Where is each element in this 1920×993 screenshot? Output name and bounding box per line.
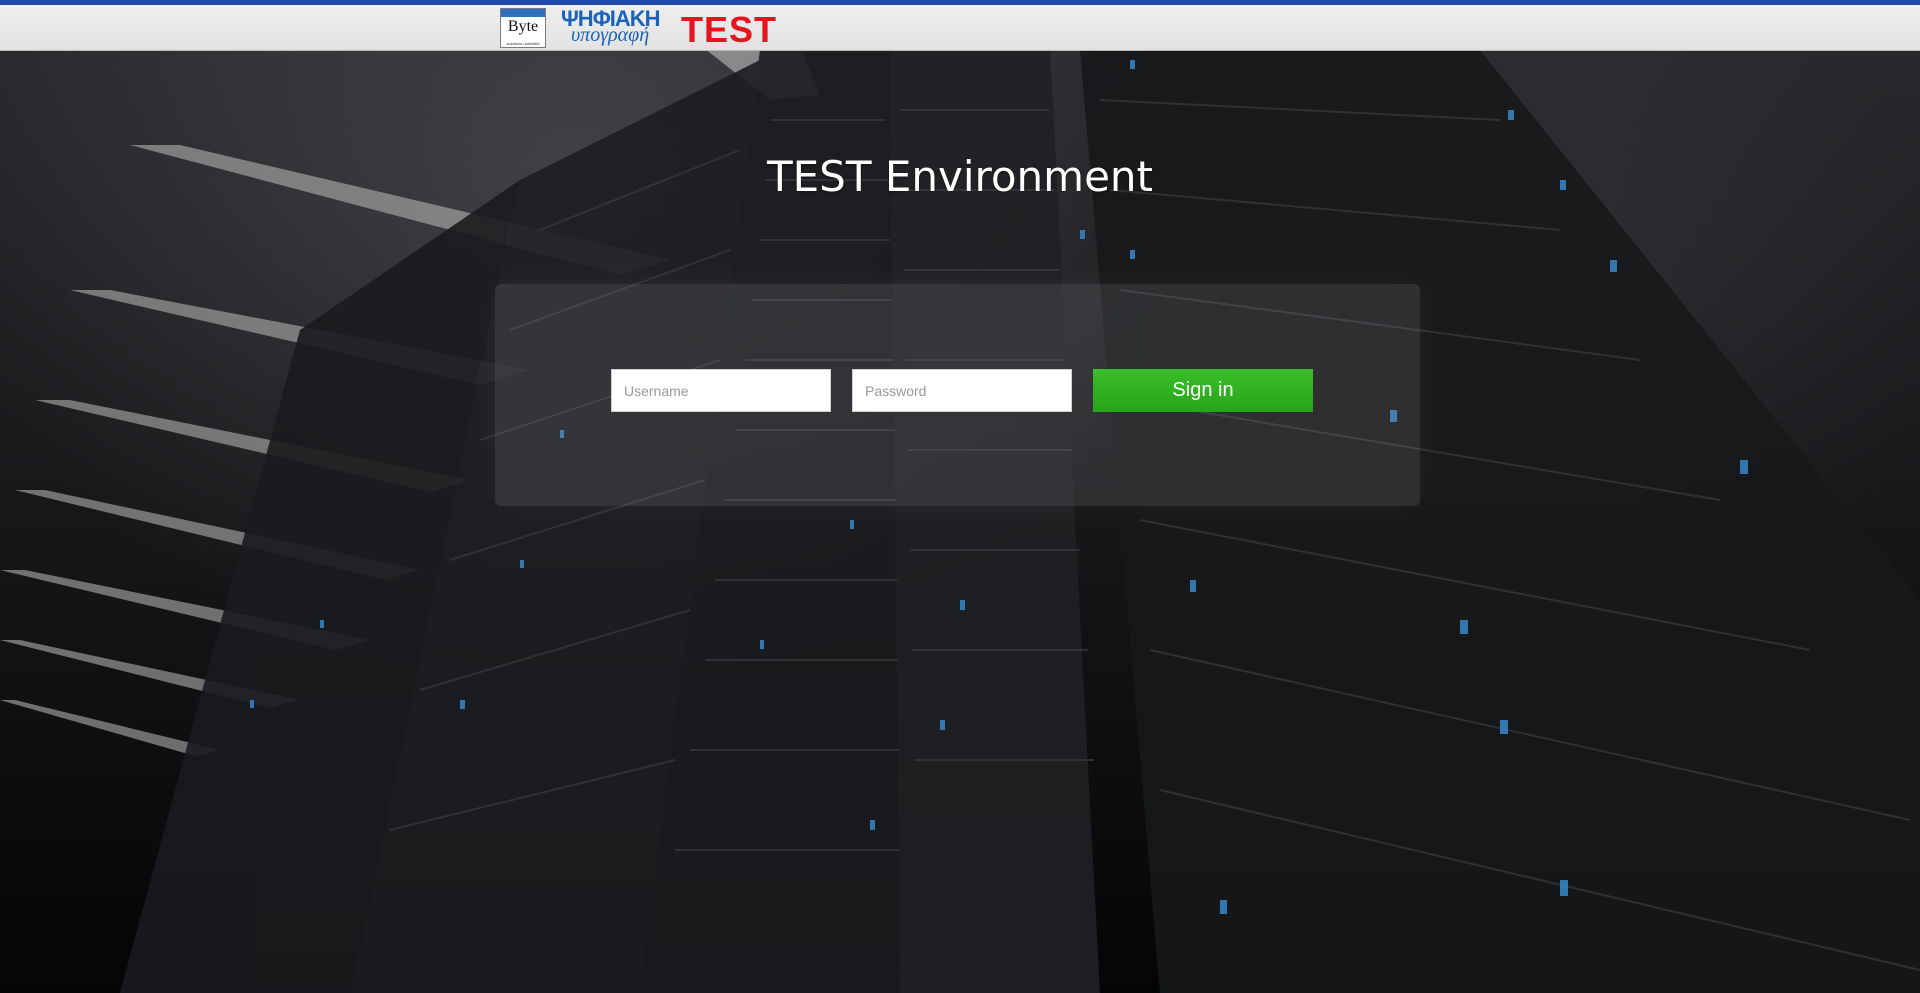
sign-in-button[interactable]: Sign in <box>1093 369 1313 412</box>
header-bar: Byte solutions unlimited ΨΗΦΙΑΚΗ υπογραφ… <box>0 5 1920 51</box>
byte-logo-tagline: solutions unlimited <box>506 41 540 46</box>
password-input[interactable] <box>852 369 1072 412</box>
byte-logo: Byte solutions unlimited <box>500 8 546 48</box>
environment-label: TEST <box>681 9 778 50</box>
digital-signature-logo: ΨΗΦΙΑΚΗ υπογραφή <box>561 6 675 50</box>
byte-logo-band <box>501 9 545 17</box>
byte-logo-word: Byte <box>507 18 539 35</box>
username-input[interactable] <box>611 369 831 412</box>
page-title: TEST Environment <box>766 152 1154 201</box>
digital-signature-logo-line2: υπογραφή <box>571 24 650 46</box>
